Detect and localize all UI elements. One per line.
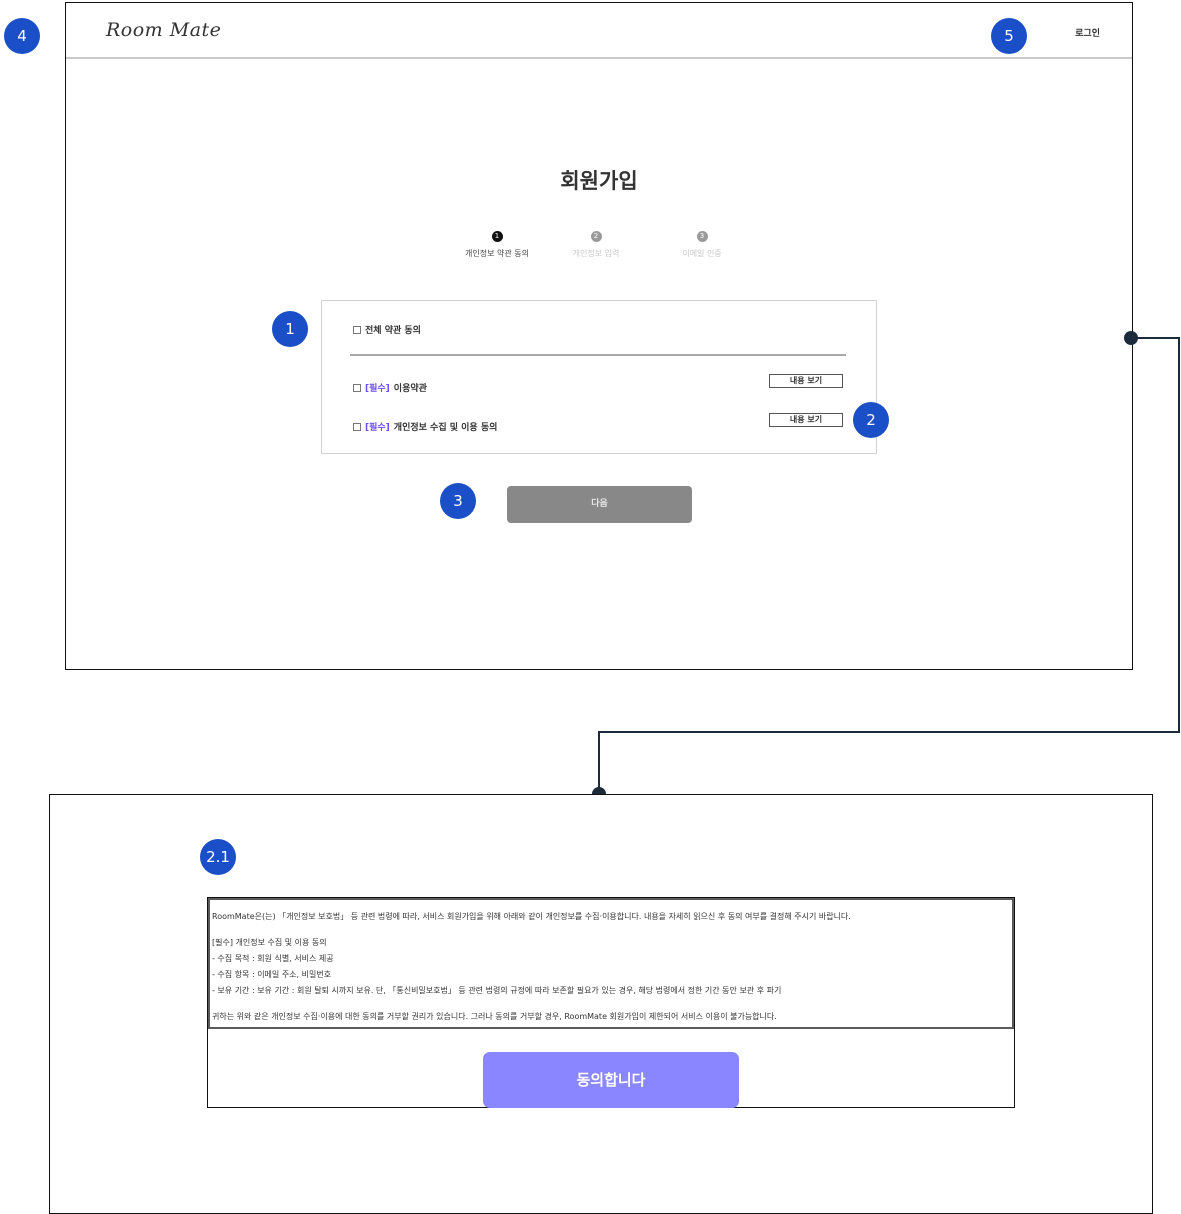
terms-of-use-label: 이용약관 — [393, 384, 427, 394]
consent-intro: RoomMate은(는) 「개인정보 보호법」 등 관련 법령에 따라, 서비스… — [212, 912, 851, 921]
consent-notice: 귀하는 위와 같은 개인정보 수집·이용에 대한 동의를 거부할 권리가 있습니… — [212, 1012, 777, 1021]
connector-line — [598, 731, 600, 793]
connector-line — [1131, 337, 1180, 339]
agree-button[interactable]: 동의합니다 — [483, 1052, 739, 1108]
privacy-consent-row[interactable]: [필수] 개인정보 수집 및 이용 동의 — [353, 420, 497, 433]
privacy-consent-modal: RoomMate은(는) 「개인정보 보호법」 등 관련 법령에 따라, 서비스… — [207, 897, 1015, 1108]
consent-items: - 수집 항목 : 이메일 주소, 비밀번호 — [212, 970, 332, 979]
roommate-logo[interactable]: Room Mate — [106, 19, 221, 41]
page-title: 회원가입 — [560, 169, 638, 193]
privacy-consent-text: RoomMate은(는) 「개인정보 보호법」 등 관련 법령에 따라, 서비스… — [208, 898, 1014, 1029]
terms-of-use-row[interactable]: [필수] 이용약관 — [353, 381, 427, 394]
privacy-view-button[interactable]: 내용 보기 — [769, 413, 843, 427]
step-3-label: 이메일 인증 — [682, 249, 722, 258]
connector-line — [598, 731, 1180, 733]
terms-agreement-box: 전체 약관 동의 [필수] 이용약관 내용 보기 [필수] 개인정보 수집 및 … — [321, 300, 877, 454]
all-agree-row[interactable]: 전체 약관 동의 — [353, 323, 421, 336]
annotation-marker-2: 2 — [853, 402, 889, 438]
next-button[interactable]: 다음 — [507, 486, 692, 523]
privacy-consent-checkbox[interactable] — [353, 422, 361, 431]
step-2-label: 개인정보 입력 — [572, 249, 620, 258]
all-agree-checkbox[interactable] — [353, 325, 361, 334]
required-tag: [필수] — [365, 384, 390, 394]
annotation-marker-3: 3 — [440, 483, 476, 519]
signup-page-frame: Room Mate 로그인 회원가입 1 개인정보 약관 동의 2 개인정보 입… — [65, 2, 1133, 670]
terms-view-button[interactable]: 내용 보기 — [769, 374, 843, 388]
privacy-consent-label: 개인정보 수집 및 이용 동의 — [393, 423, 498, 433]
terms-of-use-checkbox[interactable] — [353, 383, 361, 392]
annotation-marker-1: 1 — [272, 311, 308, 347]
consent-heading: [필수] 개인정보 수집 및 이용 동의 — [212, 938, 327, 947]
step-2-dot: 2 — [590, 231, 602, 242]
terms-divider — [350, 354, 846, 356]
step-info-input: 2 개인정보 입력 — [536, 231, 656, 259]
all-agree-label: 전체 약관 동의 — [365, 326, 421, 336]
annotation-marker-2-1: 2.1 — [200, 839, 236, 875]
required-tag: [필수] — [365, 423, 390, 433]
annotation-marker-4: 4 — [4, 18, 40, 54]
annotation-marker-5: 5 — [991, 18, 1027, 54]
step-1-dot: 1 — [491, 231, 503, 242]
step-3-dot: 3 — [696, 231, 708, 242]
step-email-verify: 3 이메일 인증 — [642, 231, 762, 259]
consent-retention: - 보유 기간 : 보유 기간 : 회원 탈퇴 시까지 보유. 단, 「통신비밀… — [212, 986, 782, 995]
login-link[interactable]: 로그인 — [1075, 26, 1100, 39]
header-divider — [66, 57, 1132, 59]
connector-line — [1178, 337, 1180, 733]
consent-purpose: - 수집 목적 : 회원 식별, 서비스 제공 — [212, 954, 334, 963]
